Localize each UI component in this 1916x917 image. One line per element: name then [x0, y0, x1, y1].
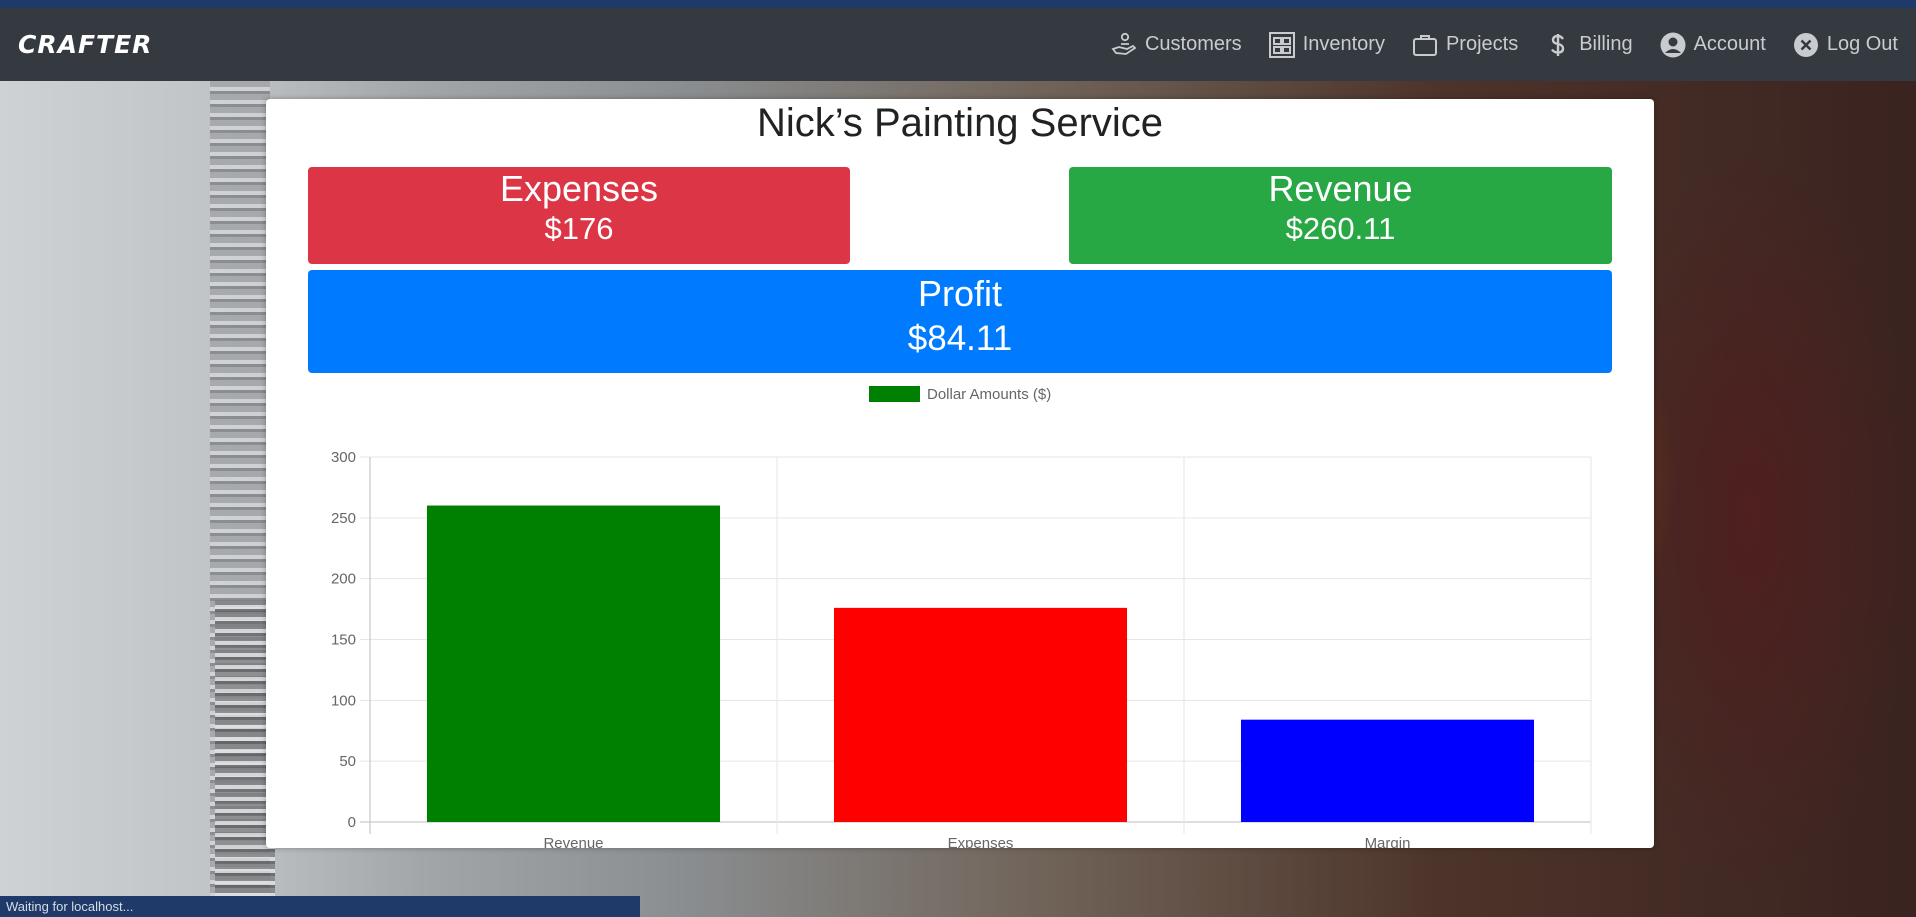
y-tick-label: 300 — [331, 449, 356, 466]
y-tick-label: 0 — [348, 814, 356, 831]
dashboard-card: Nick’s Painting Service Expenses $176 Re… — [266, 99, 1654, 848]
nav-label-billing: Billing — [1579, 33, 1633, 55]
browser-top-strip — [0, 0, 1916, 8]
y-tick-label: 150 — [331, 632, 356, 649]
user-circle-icon — [1660, 32, 1686, 57]
expenses-value: $176 — [544, 211, 614, 246]
y-tick-label: 200 — [331, 571, 356, 588]
x-tick-label: Expenses — [948, 835, 1014, 848]
bar-expenses — [833, 607, 1128, 822]
brand-logo[interactable]: CRAFTER — [18, 30, 152, 59]
profit-value: $84.11 — [907, 319, 1013, 358]
nav-label-inventory: Inventory — [1302, 33, 1385, 55]
nav-item-projects[interactable]: Projects — [1411, 31, 1518, 59]
expenses-label: Expenses — [499, 168, 659, 209]
revenue-card: Revenue $260.11 — [1069, 167, 1612, 264]
close-circle-icon — [1793, 32, 1818, 57]
nav-item-logout[interactable]: Log Out — [1792, 31, 1898, 59]
nav-item-billing[interactable]: Billing — [1544, 31, 1633, 59]
warehouse-icon — [1268, 31, 1295, 58]
y-tick-label: 250 — [331, 510, 356, 527]
y-tick-label: 100 — [331, 692, 356, 709]
bar-revenue — [426, 505, 721, 822]
revenue-value: $260.11 — [1285, 211, 1396, 246]
nav-item-customers[interactable]: Customers — [1110, 31, 1242, 59]
nav-label-logout: Log Out — [1826, 33, 1898, 55]
nav-label-account: Account — [1693, 33, 1766, 55]
y-tick-label: 50 — [339, 753, 356, 770]
bar-margin — [1240, 719, 1535, 822]
expenses-card: Expenses $176 — [308, 167, 850, 264]
profit-card: Profit $84.11 — [308, 270, 1612, 373]
legend-swatch — [869, 386, 920, 402]
nav-menu: Customers Inventory Projects Billing Acc… — [1110, 31, 1898, 59]
nav-label-projects: Projects — [1445, 33, 1519, 55]
x-tick-label: Margin — [1365, 835, 1411, 848]
nav-item-account[interactable]: Account — [1659, 31, 1766, 59]
navbar: CRAFTER Customers Inventory Projects Bil… — [0, 8, 1916, 81]
browser-status-bar: Waiting for localhost... — [0, 896, 640, 917]
bar-chart: Dollar Amounts ($) 0 50 100 150 200 250 300 Reve… — [331, 386, 1592, 848]
page-title: Nick’s Painting Service — [756, 101, 1164, 145]
dollar-sign-icon — [1551, 33, 1565, 56]
profit-label: Profit — [917, 273, 1003, 314]
briefcase-icon — [1412, 34, 1437, 56]
revenue-label: Revenue — [1268, 168, 1413, 209]
hand-holding-user-icon — [1111, 32, 1137, 55]
x-tick-label: Revenue — [543, 835, 603, 848]
nav-item-inventory[interactable]: Inventory — [1268, 31, 1385, 59]
nav-label-customers: Customers — [1144, 33, 1242, 55]
legend-label: Dollar Amounts ($) — [927, 386, 1051, 403]
